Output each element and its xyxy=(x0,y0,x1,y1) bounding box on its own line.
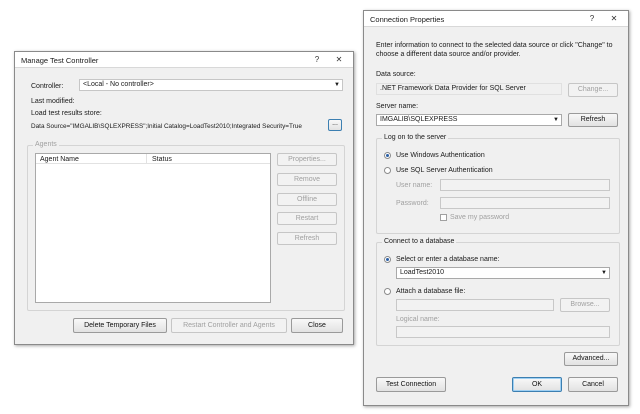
save-password-checkbox[interactable] xyxy=(440,214,447,221)
help-button[interactable]: ? xyxy=(584,13,600,24)
user-name-input[interactable] xyxy=(440,179,610,191)
remove-button[interactable]: Remove xyxy=(277,173,337,186)
column-agent-name[interactable]: Agent Name xyxy=(40,156,79,163)
database-file-input[interactable] xyxy=(396,299,554,311)
database-name-combobox[interactable]: LoadTest2010 ▼ xyxy=(396,267,610,279)
delete-temporary-files-button[interactable]: Delete Temporary Files xyxy=(73,318,167,333)
server-name-combobox[interactable]: IMGALIB\SQLEXPRESS ▼ xyxy=(376,114,562,126)
logical-name-label: Logical name: xyxy=(396,316,440,323)
password-label: Password: xyxy=(396,200,429,207)
column-status[interactable]: Status xyxy=(152,156,172,163)
sql-auth-radio[interactable] xyxy=(384,167,391,174)
chevron-down-icon: ▼ xyxy=(334,82,340,88)
dialog-title: Manage Test Controller xyxy=(21,56,99,65)
connection-string: Data Source="IMGALIB\SQLEXPRESS";Initial… xyxy=(31,123,302,130)
browse-button[interactable]: Browse... xyxy=(560,298,610,312)
browse-connection-button[interactable]: ... xyxy=(328,119,342,131)
change-button[interactable]: Change... xyxy=(568,83,618,97)
data-source-value: .NET Framework Data Provider for SQL Ser… xyxy=(380,85,526,92)
agents-list[interactable]: Agent Name Status xyxy=(35,153,271,303)
cancel-button[interactable]: Cancel xyxy=(568,377,618,392)
results-store-label: Load test results store: xyxy=(31,110,102,117)
database-name-value: LoadTest2010 xyxy=(400,269,444,276)
user-name-label: User name: xyxy=(396,182,433,189)
agents-group-label: Agents xyxy=(33,141,59,148)
server-name-value: IMGALIB\SQLEXPRESS xyxy=(380,116,458,123)
ok-button[interactable]: OK xyxy=(512,377,562,392)
server-name-label: Server name: xyxy=(376,103,419,110)
last-modified-label: Last modified: xyxy=(31,98,75,105)
windows-auth-radio[interactable] xyxy=(384,152,391,159)
title-bar: Connection Properties ? ✕ xyxy=(364,11,628,27)
close-icon[interactable]: ✕ xyxy=(331,54,347,65)
refresh-agents-button[interactable]: Refresh xyxy=(277,232,337,245)
test-connection-button[interactable]: Test Connection xyxy=(376,377,446,392)
title-bar: Manage Test Controller ? ✕ xyxy=(15,52,353,68)
controller-label: Controller: xyxy=(31,83,64,90)
refresh-button[interactable]: Refresh xyxy=(568,113,618,127)
controller-combobox[interactable]: <Local - No controller> ▼ xyxy=(79,79,343,91)
chevron-down-icon: ▼ xyxy=(601,270,607,276)
dialog-title: Connection Properties xyxy=(370,15,445,24)
restart-controller-button[interactable]: Restart Controller and Agents xyxy=(171,318,287,333)
select-database-radio[interactable] xyxy=(384,256,391,263)
logical-name-input[interactable] xyxy=(396,326,610,338)
connect-database-label: Connect to a database xyxy=(382,238,457,245)
attach-database-radio[interactable] xyxy=(384,288,391,295)
data-source-label: Data source: xyxy=(376,71,416,78)
save-password-label[interactable]: Save my password xyxy=(450,214,509,221)
chevron-down-icon: ▼ xyxy=(553,117,559,123)
close-button[interactable]: Close xyxy=(291,318,343,333)
restart-button[interactable]: Restart xyxy=(277,212,337,225)
attach-database-label[interactable]: Attach a database file: xyxy=(396,288,465,295)
logon-group-label: Log on to the server xyxy=(382,134,449,141)
controller-value: <Local - No controller> xyxy=(83,81,154,88)
properties-button[interactable]: Properties... xyxy=(277,153,337,166)
agents-list-header: Agent Name Status xyxy=(36,154,270,164)
advanced-button[interactable]: Advanced... xyxy=(564,352,618,366)
data-source-field: .NET Framework Data Provider for SQL Ser… xyxy=(376,83,562,95)
connection-properties-dialog: Connection Properties ? ✕ Enter informat… xyxy=(363,10,629,406)
password-input[interactable] xyxy=(440,197,610,209)
windows-auth-label[interactable]: Use Windows Authentication xyxy=(396,152,485,159)
offline-button[interactable]: Offline xyxy=(277,193,337,206)
intro-text: Enter information to connect to the sele… xyxy=(376,42,613,58)
help-button[interactable]: ? xyxy=(309,54,325,65)
manage-test-controller-dialog: Manage Test Controller ? ✕ Controller: <… xyxy=(14,51,354,345)
sql-auth-label[interactable]: Use SQL Server Authentication xyxy=(396,167,493,174)
close-icon[interactable]: ✕ xyxy=(606,13,622,24)
select-database-label[interactable]: Select or enter a database name: xyxy=(396,256,500,263)
